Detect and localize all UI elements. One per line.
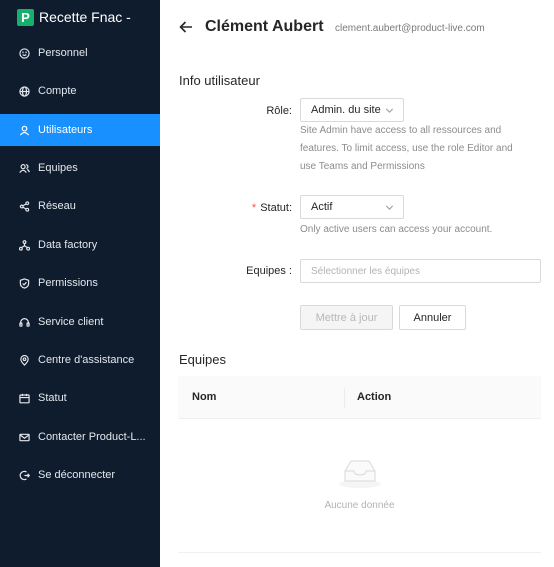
teams-table-empty: Aucune donnée — [178, 419, 541, 553]
sidebar-item-contacter-product-live[interactable]: Contacter Product-L... — [0, 421, 160, 453]
sidebar-item-centre-assistance[interactable]: Centre d'assistance — [0, 344, 160, 376]
sidebar-item-label: Se déconnecter — [38, 469, 116, 481]
section-title-info: Info utilisateur — [179, 73, 260, 88]
sidebar-item-utilisateurs[interactable]: Utilisateurs — [0, 114, 160, 146]
status-select[interactable]: Actif — [300, 195, 404, 219]
chevron-down-icon — [385, 106, 394, 115]
team-icon — [19, 163, 30, 174]
role-help-line: Site Admin have access to all ressources… — [300, 125, 502, 136]
sidebar-item-label: Service client — [38, 316, 104, 328]
back-arrow-icon[interactable] — [179, 20, 193, 34]
calendar-icon — [19, 393, 30, 404]
sidebar-item-label: Equipes — [38, 162, 78, 174]
globe-icon — [19, 85, 30, 97]
sidebar-item-label: Contacter Product-L... — [38, 431, 146, 443]
sidebar-item-permissions[interactable]: Permissions — [0, 267, 160, 299]
sidebar: P Recette Fnac - Personnel Compte Utilis… — [0, 0, 160, 567]
cluster-icon — [19, 239, 30, 251]
role-label: Rôle: — [266, 105, 292, 117]
sidebar-item-label: Statut — [38, 392, 67, 404]
column-divider — [344, 388, 345, 408]
logout-icon — [19, 470, 30, 481]
required-marker: * — [251, 202, 257, 214]
empty-text: Aucune donnée — [324, 500, 395, 511]
smile-icon — [19, 47, 30, 59]
role-help-line: use Teams and Permissions — [300, 161, 425, 172]
status-label: * Statut: — [252, 202, 292, 214]
headset-icon — [19, 317, 30, 328]
shield-icon — [19, 277, 30, 289]
update-button[interactable]: Mettre à jour — [300, 305, 393, 330]
product-live-logo: P — [17, 8, 34, 26]
section-title-teams: Equipes — [179, 352, 226, 367]
sidebar-item-compte[interactable]: Compte — [0, 75, 160, 107]
empty-inbox-icon — [337, 455, 383, 489]
main-content: Clément Aubert clement.aubert@product-li… — [160, 0, 554, 567]
sidebar-item-label: Compte — [38, 85, 77, 97]
teams-label: Equipes : — [246, 265, 292, 277]
sidebar-item-personnel[interactable]: Personnel — [0, 37, 160, 69]
sidebar-item-label: Permissions — [38, 277, 98, 289]
page-title: Clément Aubert — [205, 18, 324, 35]
mail-icon — [19, 432, 30, 443]
user-icon — [19, 125, 30, 136]
sidebar-item-label: Data factory — [38, 239, 98, 251]
sidebar-item-label: Centre d'assistance — [38, 354, 135, 366]
role-select[interactable]: Admin. du site — [300, 98, 404, 122]
location-icon — [19, 354, 30, 366]
share-icon — [19, 200, 30, 212]
role-select-value: Admin. du site — [311, 104, 381, 116]
sidebar-item-equipes[interactable]: Equipes — [0, 152, 160, 184]
workspace-name: Recette Fnac - — [39, 9, 131, 25]
role-help-text: Site Admin have access to all ressources… — [300, 122, 554, 176]
sidebar-item-label: Personnel — [38, 47, 88, 59]
sidebar-item-label: Utilisateurs — [38, 124, 93, 136]
column-header-action[interactable]: Action — [357, 391, 391, 403]
sidebar-item-se-deconnecter[interactable]: Se déconnecter — [0, 459, 160, 491]
teams-placeholder: Sélectionner les équipes — [311, 265, 420, 277]
brand[interactable]: P Recette Fnac - — [17, 8, 131, 26]
teams-select[interactable]: Sélectionner les équipes — [300, 259, 541, 283]
sidebar-item-reseau[interactable]: Réseau — [0, 190, 160, 222]
sidebar-item-label: Réseau — [38, 200, 76, 212]
chevron-down-icon — [385, 203, 394, 212]
sidebar-item-data-factory[interactable]: Data factory — [0, 229, 160, 261]
sidebar-item-service-client[interactable]: Service client — [0, 306, 160, 338]
role-help-line: features. To limit access, use the role … — [300, 143, 513, 154]
status-select-value: Actif — [311, 201, 333, 213]
teams-table-header: Nom Action — [178, 376, 541, 419]
sidebar-item-statut[interactable]: Statut — [0, 382, 160, 414]
cancel-button[interactable]: Annuler — [399, 305, 466, 330]
status-label-text: Statut: — [260, 202, 292, 214]
user-email: clement.aubert@product-live.com — [335, 23, 485, 34]
status-help-text: Only active users can access your accoun… — [300, 224, 493, 235]
column-header-nom[interactable]: Nom — [192, 391, 216, 403]
